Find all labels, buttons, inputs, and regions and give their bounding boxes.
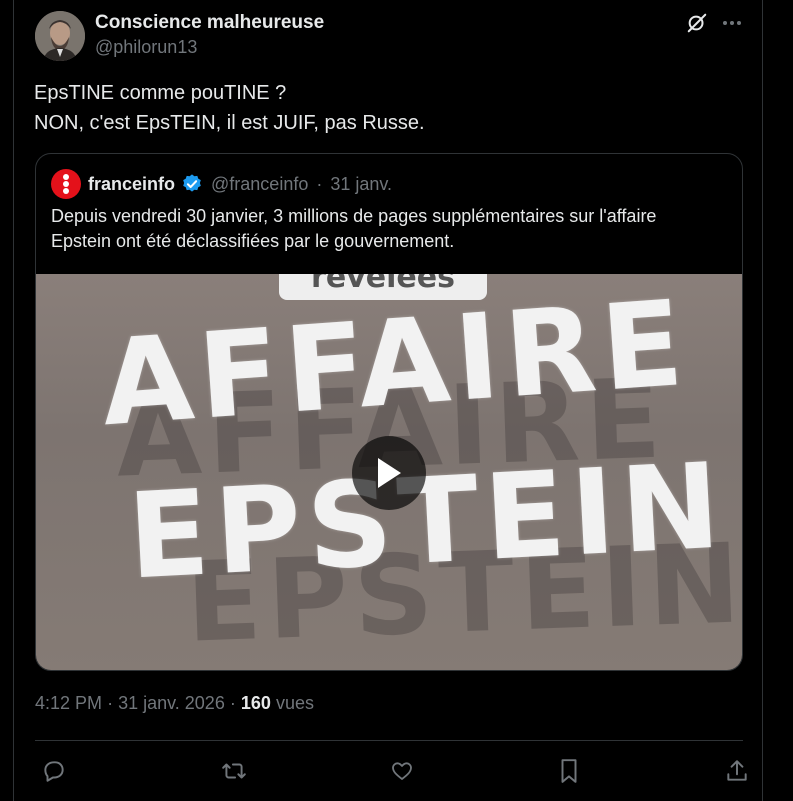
share-button[interactable] [720, 754, 754, 788]
tweet-timestamp: 4:12 PM · 31 janv. 2026 · 160 vues [35, 693, 314, 714]
quote-author-name[interactable]: franceinfo [88, 174, 175, 195]
action-bar [35, 752, 747, 788]
quote-author-handle[interactable]: @franceinfo [211, 174, 308, 195]
tweet-detail: Conscience malheureuse @philorun13 EpsTI… [13, 0, 763, 801]
view-count[interactable]: 160 [241, 693, 271, 713]
tweet-line-2: NON, c'est EpsTEIN, il est JUIF, pas Rus… [34, 112, 425, 134]
retweet-button[interactable] [217, 754, 251, 788]
tweet-time[interactable]: 4:12 PM [35, 693, 102, 713]
avatar-portrait-icon [35, 11, 85, 61]
grok-icon[interactable] [684, 10, 710, 36]
bookmark-icon [561, 759, 577, 783]
tweet-date[interactable]: 31 janv. 2026 [118, 693, 225, 713]
author-name[interactable]: Conscience malheureuse [95, 12, 324, 34]
quoted-tweet[interactable]: franceinfo @franceinfo · 31 janv. Depuis… [35, 153, 743, 671]
tweet-line-1: EpsTINE comme pouTINE ? [34, 82, 287, 104]
author-handle[interactable]: @philorun13 [95, 37, 197, 58]
like-button[interactable] [385, 754, 419, 788]
bookmark-button[interactable] [552, 754, 586, 788]
quote-video[interactable]: révélées AFFAIRE EPSTEIN AFFAIRE EPSTEIN [36, 274, 742, 670]
quote-text: Depuis vendredi 30 janvier, 3 millions d… [51, 206, 657, 251]
more-icon[interactable] [719, 10, 745, 36]
reply-button[interactable] [37, 754, 71, 788]
franceinfo-logo-icon[interactable] [51, 169, 81, 199]
verified-badge-icon [183, 174, 201, 192]
timestamp-separator-1: · [107, 693, 114, 713]
timestamp-separator-2: · [229, 693, 236, 713]
quote-separator: · [316, 173, 323, 194]
reply-icon [44, 761, 64, 782]
quote-header: franceinfo @franceinfo · 31 janv. [51, 169, 392, 199]
author-avatar[interactable] [35, 11, 85, 61]
like-icon [392, 762, 412, 780]
quote-date[interactable]: 31 janv. [330, 174, 392, 195]
play-button[interactable] [352, 436, 426, 510]
divider [35, 740, 743, 741]
views-label: vues [275, 693, 314, 713]
tweet-text: EpsTINE comme pouTINE ? NON, c'est EpsTE… [34, 78, 744, 138]
retweet-icon [222, 763, 246, 779]
share-icon [727, 760, 747, 781]
play-icon [378, 458, 401, 488]
